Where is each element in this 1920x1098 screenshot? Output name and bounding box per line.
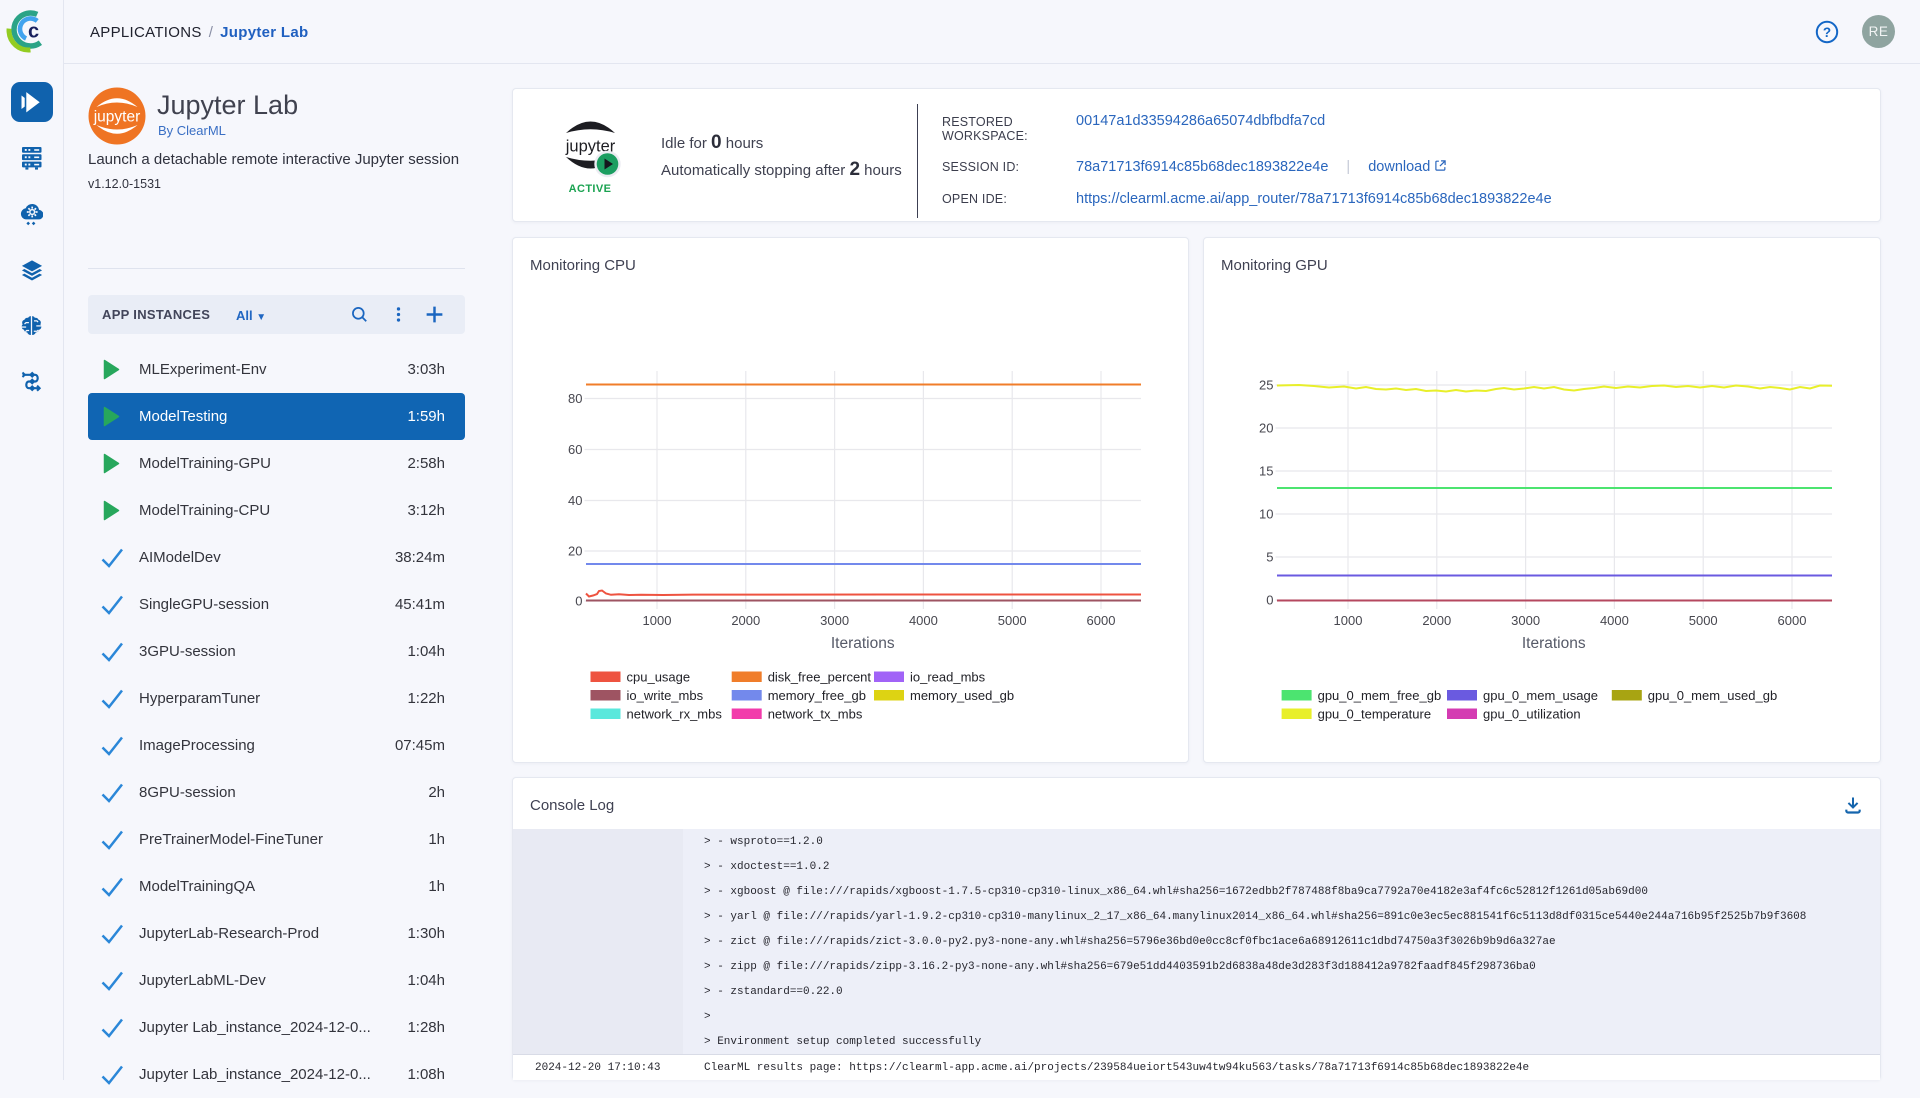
svg-text:60: 60 [568, 442, 582, 457]
svg-text:io_read_mbs: io_read_mbs [910, 670, 986, 685]
svg-text:4000: 4000 [909, 613, 938, 628]
svg-text:25: 25 [1259, 378, 1273, 393]
svg-text:network_tx_mbs: network_tx_mbs [768, 707, 863, 722]
svg-text:6000: 6000 [1087, 613, 1116, 628]
svg-text:10: 10 [1259, 507, 1273, 522]
svg-text:jupyter: jupyter [93, 109, 141, 126]
svg-text:3000: 3000 [1511, 613, 1540, 628]
svg-text:0: 0 [1266, 593, 1273, 608]
svg-text:4000: 4000 [1600, 613, 1629, 628]
svg-text:6000: 6000 [1778, 613, 1807, 628]
svg-text:20: 20 [568, 544, 582, 559]
svg-text:memory_used_gb: memory_used_gb [910, 688, 1014, 703]
svg-text:3000: 3000 [820, 613, 849, 628]
svg-text:gpu_0_mem_free_gb: gpu_0_mem_free_gb [1318, 688, 1442, 703]
svg-text:disk_free_percent: disk_free_percent [768, 670, 872, 685]
svg-text:memory_free_gb: memory_free_gb [768, 688, 866, 703]
svg-text:5000: 5000 [1689, 613, 1718, 628]
svg-text:40: 40 [568, 493, 582, 508]
svg-text:gpu_0_temperature: gpu_0_temperature [1318, 707, 1431, 722]
svg-text:1000: 1000 [1334, 613, 1363, 628]
svg-text:gpu_0_mem_usage: gpu_0_mem_usage [1483, 688, 1598, 703]
svg-text:80: 80 [568, 391, 582, 406]
svg-text:5000: 5000 [998, 613, 1027, 628]
svg-text:2000: 2000 [731, 613, 760, 628]
svg-text:2000: 2000 [1422, 613, 1451, 628]
svg-text:20: 20 [1259, 421, 1273, 436]
svg-text:gpu_0_utilization: gpu_0_utilization [1483, 707, 1581, 722]
svg-text:0: 0 [575, 594, 582, 609]
svg-text:Iterations: Iterations [831, 635, 895, 652]
svg-text:Iterations: Iterations [1522, 635, 1586, 652]
svg-text:?: ? [1823, 25, 1831, 40]
svg-text:gpu_0_mem_used_gb: gpu_0_mem_used_gb [1648, 688, 1777, 703]
svg-text:cpu_usage: cpu_usage [627, 670, 691, 685]
svg-text:io_write_mbs: io_write_mbs [627, 688, 704, 703]
svg-text:1000: 1000 [643, 613, 672, 628]
svg-text:network_rx_mbs: network_rx_mbs [627, 707, 723, 722]
svg-text:5: 5 [1266, 550, 1273, 565]
svg-text:c: c [28, 21, 39, 43]
svg-text:15: 15 [1259, 464, 1273, 479]
